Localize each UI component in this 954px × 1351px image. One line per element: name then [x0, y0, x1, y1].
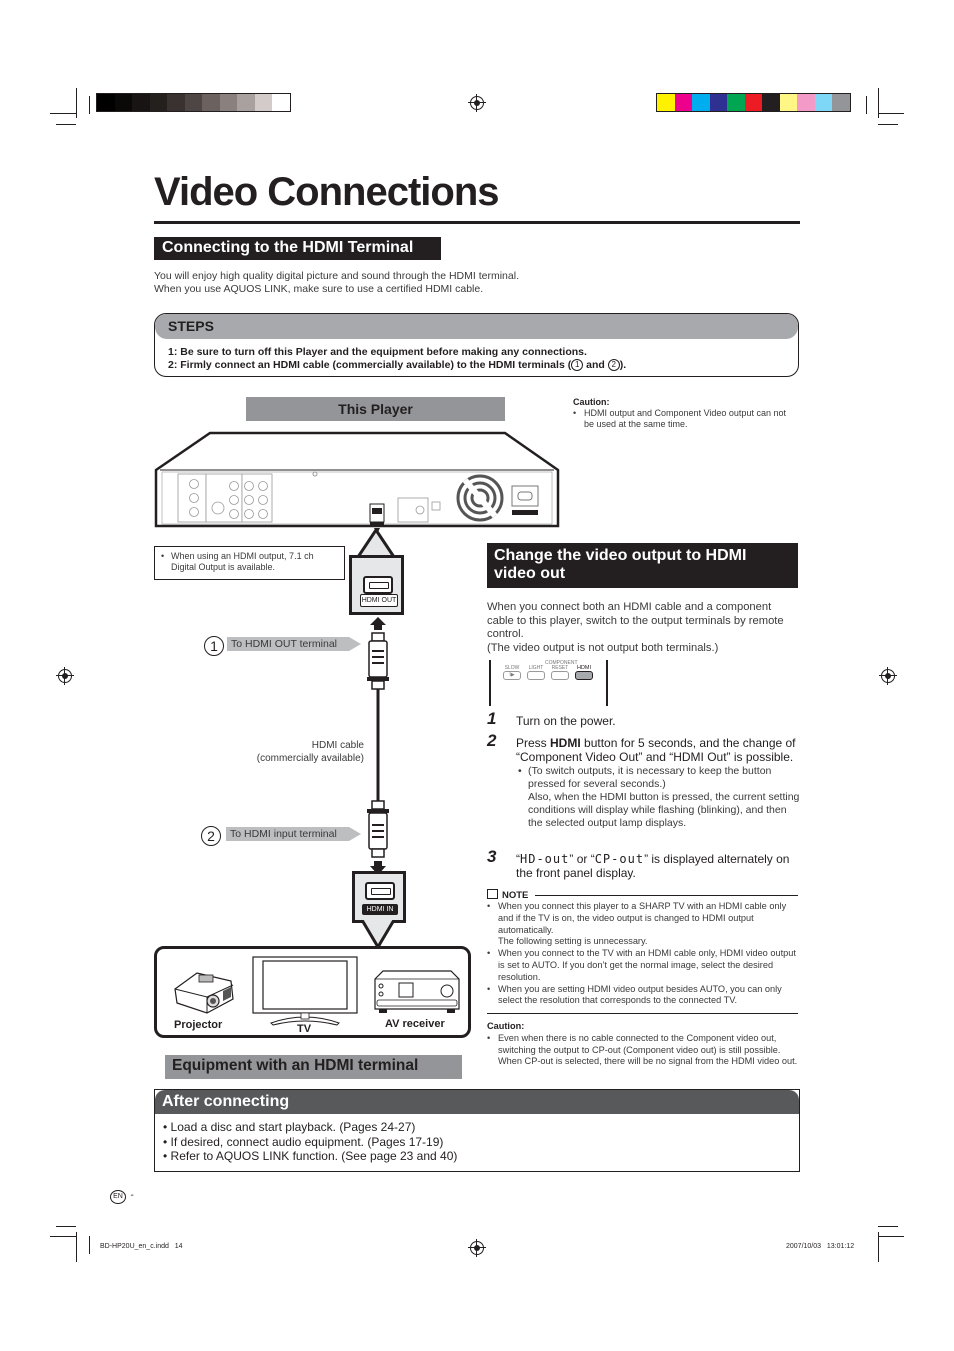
en-badge-icon: EN — [110, 1190, 126, 1204]
color-swatch — [132, 94, 150, 111]
equipment-label-av-receiver: AV receiver — [385, 1018, 445, 1030]
color-swatch — [814, 94, 832, 111]
hdmi-out-tag: HDMI OUT — [360, 594, 398, 607]
note-list: • When you connect this player to a SHARP… — [487, 901, 799, 1007]
note-item: • When you are setting HDMI video output … — [487, 983, 782, 1006]
section-heading-hdmi-terminal: Connecting to the HDMI Terminal — [154, 237, 441, 260]
hdmi-output-note: • When using an HDMI output, 7.1 ch Digit… — [154, 546, 345, 580]
color-swatch — [762, 94, 780, 111]
caution-text: HDMI output and Component Video output c… — [584, 408, 786, 429]
callout-to-hdmi-out: To HDMI OUT terminal — [227, 637, 361, 651]
equipment-heading: Equipment with an HDMI terminal — [165, 1055, 462, 1079]
note-item: • When you connect this player to a SHARP… — [487, 901, 787, 947]
file-name: BD-HP20U_en_c.indd 14 — [100, 1243, 183, 1250]
remote-button-light[interactable]: LIGHT — [527, 665, 545, 680]
remote-button-slow[interactable]: SLOW I▶ — [503, 665, 521, 680]
timestamp: 2007/10/03 13:01:12 — [786, 1243, 855, 1250]
color-swatch — [272, 94, 290, 111]
circled-number-2: 2 — [607, 359, 620, 372]
section-heading-change-video-output: Change the video output to HDMI video ou… — [487, 543, 798, 588]
note-heading: NOTE — [487, 889, 798, 901]
color-swatch — [779, 94, 797, 111]
page-title: Video Connections — [154, 170, 500, 214]
remote-control-snippet: COMPONENT SLOW I▶ LIGHT RESET HDMI — [489, 660, 608, 706]
video-out-caution: Caution: • Even when there is no cable co… — [487, 1021, 798, 1067]
hdmi-out-terminal: HDMI OUT — [349, 555, 404, 615]
registration-mark-icon — [56, 667, 74, 685]
tv-icon — [252, 956, 358, 1026]
remote-button-hdmi[interactable]: HDMI — [575, 665, 593, 680]
after-item: • Refer to AQUOS LINK function. (See pag… — [163, 1149, 458, 1163]
caution-title: Caution: — [573, 397, 610, 407]
color-swatch — [149, 94, 167, 111]
color-swatch — [727, 94, 745, 111]
hdmi-port-icon — [363, 576, 393, 594]
color-swatch — [97, 94, 115, 111]
this-player-label: This Player — [246, 397, 505, 421]
process-color-bar — [656, 93, 851, 112]
after-connecting-heading: After connecting — [155, 1090, 799, 1114]
equipment-label-tv: TV — [297, 1023, 312, 1035]
slow-button-shape: I▶ — [503, 671, 521, 680]
color-swatch — [219, 94, 237, 111]
circled-number-1: 1 — [571, 359, 584, 372]
projector-icon — [174, 972, 234, 1014]
display-code-cp-out: CP-out — [594, 852, 645, 866]
color-swatch — [167, 94, 185, 111]
color-swatch — [114, 94, 132, 111]
hdmi-intro: You will enjoy high quality digital pict… — [154, 270, 519, 296]
color-swatch — [254, 94, 272, 111]
note-icon — [487, 889, 498, 899]
color-swatch — [657, 94, 675, 111]
player-caution: Caution: • HDMI output and Component Vide… — [573, 397, 786, 429]
registration-mark-icon — [468, 1239, 486, 1257]
hdmi-cable-illustration — [367, 617, 389, 875]
color-swatch — [184, 94, 202, 111]
intro-line: You will enjoy high quality digital pict… — [154, 270, 519, 282]
color-swatch — [709, 94, 727, 111]
equipment-box: Projector TV AV receiver — [154, 946, 471, 1038]
hdmi-in-tag: HDMI IN — [362, 904, 398, 915]
circled-number-2: 2 — [201, 826, 221, 846]
video-out-intro: When you connect both an HDMI cable and … — [487, 601, 784, 654]
remote-button-reset[interactable]: RESET — [551, 665, 569, 680]
color-swatch — [744, 94, 762, 111]
av-receiver-icon — [374, 970, 460, 1013]
color-swatch — [674, 94, 692, 111]
step-line-2: 2: Firmly connect an HDMI cable (commerc… — [168, 359, 627, 372]
color-swatch — [797, 94, 815, 111]
title-rule — [154, 221, 800, 224]
note-divider — [487, 1013, 798, 1014]
color-swatch — [832, 94, 850, 111]
registration-mark-icon — [879, 667, 897, 685]
steps-heading: STEPS — [155, 314, 798, 339]
hdmi-cable-label: HDMI cable (commercially available) — [256, 740, 364, 764]
grayscale-color-bar — [96, 93, 291, 112]
steps-box: STEPS 1: Be sure to turn off this Player… — [154, 313, 799, 377]
after-item: • If desired, connect audio equipment. (… — [163, 1134, 444, 1149]
after-item: • Load a disc and start playback. (Pages… — [163, 1120, 416, 1134]
equipment-label-projector: Projector — [174, 1019, 223, 1031]
language-badge: EN - — [110, 1185, 134, 1204]
color-swatch — [202, 94, 220, 111]
display-code-hd-out: HD-out — [520, 852, 570, 866]
hdmi-port-icon — [365, 882, 395, 900]
note-item: • When you connect to the TV with an HDMI… — [487, 948, 796, 982]
step-line-1: 1: Be sure to turn off this Player and t… — [168, 346, 587, 358]
intro-line: When you use AQUOS LINK, make sure to us… — [154, 283, 484, 295]
caution-item: • Even when there is no cable connected t… — [487, 1032, 798, 1067]
callout-to-hdmi-input: To HDMI input terminal — [226, 827, 361, 841]
registration-mark-icon — [468, 94, 486, 112]
color-swatch — [692, 94, 710, 111]
circled-number-1: 1 — [204, 636, 224, 656]
blu-ray-player-rear-illustration — [154, 431, 560, 534]
after-connecting-box: After connecting • Load a disc and start… — [154, 1089, 800, 1172]
color-swatch — [237, 94, 255, 111]
hdmi-in-terminal: HDMI IN — [352, 871, 406, 923]
